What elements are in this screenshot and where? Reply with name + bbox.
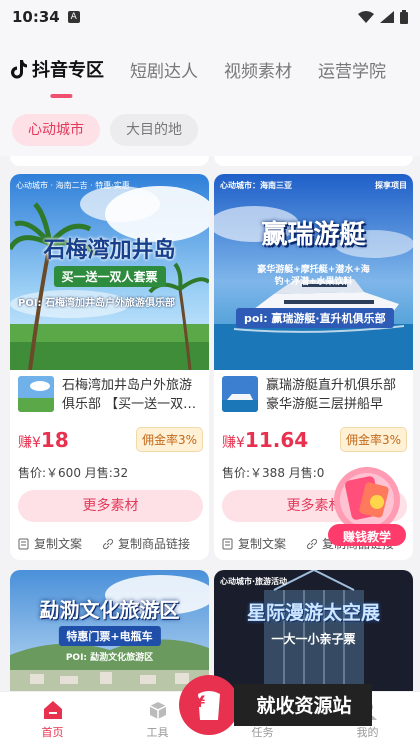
banner-tag: 心动城市：海南三亚 — [220, 181, 292, 190]
chip-big-destination[interactable]: 大目的地 — [110, 114, 198, 146]
banner-tag: 心动城市·旅游活动 — [220, 577, 288, 586]
tab-label: 运营学院 — [318, 61, 386, 82]
copy-doc-icon — [222, 538, 234, 550]
banner-poi: POI: 石梅湾加井岛户外旅游俱乐部 — [18, 298, 176, 309]
product-banner-image[interactable]: 心动城市：海南三亚 探享项目 赢瑞游艇 豪华游艇+摩托艇+潜水+海钓+浮潜+水果… — [214, 174, 413, 370]
banner-title: 赢瑞游艇 — [261, 220, 366, 250]
tools-box-icon — [147, 699, 169, 721]
banner-tag-right: 探享项目 — [375, 181, 407, 190]
product-title[interactable]: 石梅湾加井岛户外旅游俱乐部 【买一送一双… — [62, 376, 203, 414]
product-card[interactable]: 勐泐文化旅游区 特惠门票+电瓶车 POI: 勐泐文化旅游区 — [10, 570, 209, 691]
earn-amount: 赚¥11.64 — [222, 427, 309, 452]
price-sales: 售价:￥600 月售:32 — [18, 466, 129, 480]
sim-icon: A — [67, 11, 80, 23]
link-icon — [102, 538, 114, 550]
commission-rate-badge: 佣金率3% — [135, 427, 203, 452]
signal-icon — [380, 11, 394, 23]
product-thumbnail — [222, 376, 258, 412]
tab-label: 视频素材 — [224, 61, 292, 82]
banner-tag: 心动城市 · 海南二吉 · 特惠·实惠 — [16, 181, 130, 190]
earn-tutorial-label: 赚钱教学 — [342, 530, 391, 544]
earn-row: 赚¥18 佣金率3% — [18, 427, 203, 452]
home-icon — [42, 699, 64, 721]
tab-video-material[interactable]: 视频素材 — [224, 57, 292, 82]
banner-poi: POI: 勐泐文化旅游区 — [65, 653, 154, 663]
nav-label: 工具 — [146, 725, 169, 739]
chip-heart-city[interactable]: 心动城市 — [12, 114, 100, 146]
banner-subtitle: 特惠门票+电瓶车 — [58, 626, 161, 646]
earn-tutorial-badge[interactable]: 赚钱教学 — [322, 462, 412, 550]
banner-subtitle: 豪华游艇+摩托艇+潜水+海钓+浮潜+水果饮料 — [257, 265, 370, 287]
banner-title: 石梅湾加井岛 — [43, 238, 176, 263]
nav-home[interactable]: 首页 — [23, 699, 83, 740]
tab-drama[interactable]: 短剧达人 — [130, 57, 198, 82]
tab-douyin[interactable]: 抖音专区 — [10, 56, 104, 82]
nav-label: 首页 — [41, 725, 64, 739]
copy-doc-icon — [18, 538, 30, 550]
wifi-icon — [358, 11, 374, 23]
earn-amount: 赚¥18 — [18, 427, 69, 452]
copy-text-button[interactable]: 复制文案 — [238, 535, 286, 552]
top-tabs: 抖音专区 短剧达人 视频素材 运营学院 — [0, 34, 420, 104]
copy-actions: 复制文案 复制商品链接 — [18, 535, 208, 552]
banner-title: 星际漫游太空展 — [246, 602, 380, 624]
commission-rate-badge: 佣金率3% — [339, 427, 407, 452]
tab-label: 短剧达人 — [130, 61, 198, 82]
status-bar: 10:34 A — [0, 0, 420, 34]
product-feed[interactable]: 心动城市 · 海南二吉 · 特惠·实惠 石梅湾加井岛 买一送一双人套票 POI:… — [0, 156, 420, 691]
tab-operations[interactable]: 运营学院 — [318, 57, 386, 82]
banner-subtitle: 一大一小亲子票 — [271, 632, 356, 646]
product-card[interactable]: 心动城市·旅游活动 星际漫游太空展 一大一小亲子票 — [214, 570, 413, 691]
product-info: 石梅湾加井岛户外旅游俱乐部 【买一送一双… — [18, 376, 203, 422]
battery-icon — [400, 10, 408, 24]
product-banner-image[interactable]: 心动城市·旅游活动 星际漫游太空展 一大一小亲子票 — [214, 570, 413, 691]
copy-text-button[interactable]: 复制文案 — [34, 535, 82, 552]
tab-label: 抖音专区 — [32, 60, 104, 81]
copy-link-button[interactable]: 复制商品链接 — [118, 535, 190, 552]
banner-poi: poi: 赢瑞游艇·直升机俱乐部 — [236, 308, 394, 328]
banner-title: 勐泐文化旅游区 — [39, 598, 180, 622]
product-thumbnail — [18, 376, 54, 412]
product-info: 赢瑞游艇直升机俱乐部 豪华游艇三层拼船早班… — [222, 376, 407, 422]
product-banner-image[interactable]: 勐泐文化旅游区 特惠门票+电瓶车 POI: 勐泐文化旅游区 — [10, 570, 209, 691]
earn-row: 赚¥11.64 佣金率3% — [222, 427, 407, 452]
product-card[interactable]: 心动城市 · 海南二吉 · 特惠·实惠 石梅湾加井岛 买一送一双人套票 POI:… — [10, 174, 209, 560]
watermark-logo: ¥ 就收资源站 — [178, 674, 374, 736]
status-time: 10:34 — [12, 8, 60, 26]
previous-card-edge — [214, 156, 413, 166]
link-icon — [306, 538, 318, 550]
watermark-text: 就收资源站 — [256, 695, 352, 717]
product-title[interactable]: 赢瑞游艇直升机俱乐部 豪华游艇三层拼船早班… — [266, 376, 407, 414]
product-banner-image[interactable]: 心动城市 · 海南二吉 · 特惠·实惠 石梅湾加井岛 买一送一双人套票 POI:… — [10, 174, 209, 370]
price-sales: 售价:￥388 月售:0 — [222, 466, 325, 480]
previous-card-edge — [10, 156, 209, 166]
more-material-button[interactable]: 更多素材 — [18, 490, 203, 522]
banner-subtitle: 买一送一双人套票 — [53, 266, 166, 287]
douyin-icon — [10, 59, 28, 79]
sub-tabs: 心动城市 大目的地 — [0, 104, 420, 156]
yuan-icon: ¥ — [194, 692, 206, 711]
